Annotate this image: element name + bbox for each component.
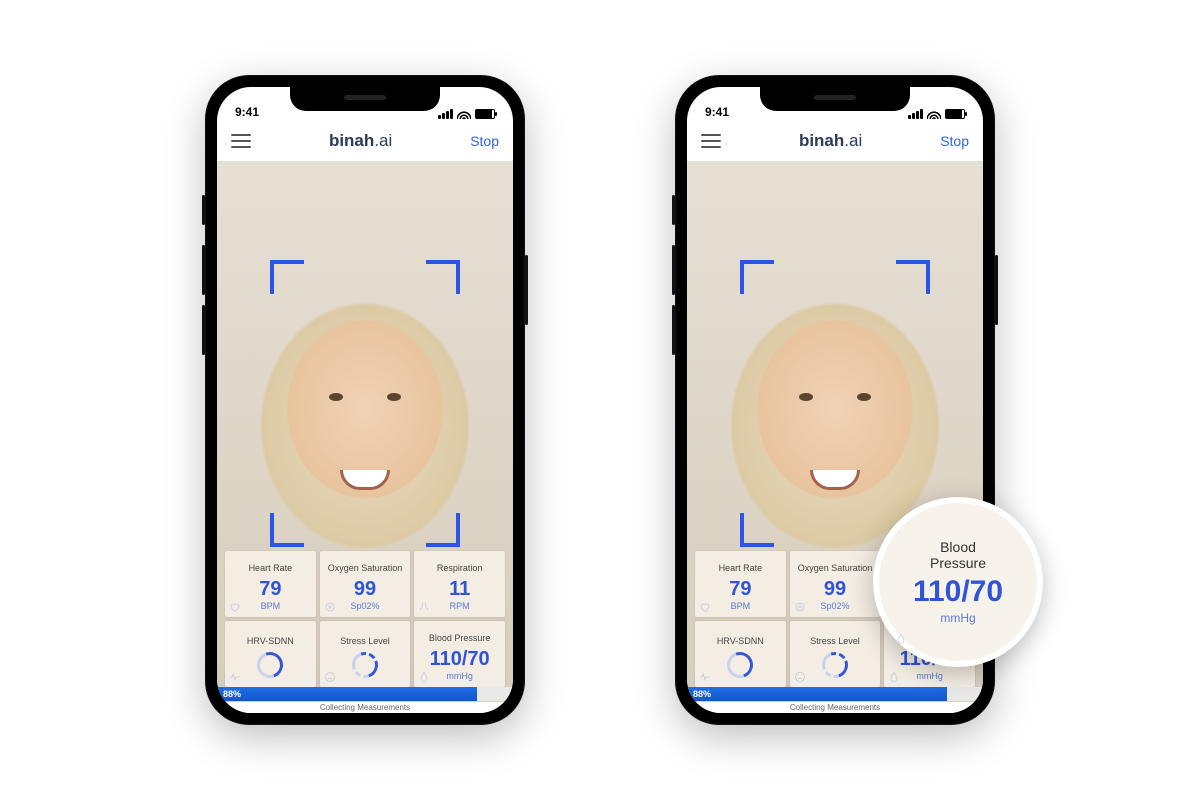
magnifier-blood-pressure: BloodPressure 110/70 mmHg — [873, 497, 1043, 667]
hrv-icon — [699, 671, 711, 683]
app-bar: binah.ai Stop — [217, 121, 513, 161]
progress-fill: 88% — [687, 687, 947, 701]
app-bar: binah.ai Stop — [687, 121, 983, 161]
oxygen-icon — [324, 601, 336, 613]
loading-spinner — [253, 648, 288, 683]
menu-icon[interactable] — [231, 134, 251, 148]
tile-stress[interactable]: Stress Level — [790, 621, 881, 687]
bp-zoom-unit: mmHg — [940, 611, 975, 625]
progress-status: Collecting Measurements — [687, 702, 983, 713]
device-notch — [290, 87, 440, 111]
battery-icon — [945, 109, 965, 119]
signal-icon — [438, 109, 453, 119]
face-bracket-bl — [740, 513, 774, 547]
progress-bar: 88% — [217, 687, 513, 701]
tile-oxygen[interactable]: Oxygen Saturation 99 Sp02% — [790, 551, 881, 617]
drop-icon — [895, 633, 907, 645]
tile-blood-pressure[interactable]: Blood Pressure 110/70 mmHg — [414, 621, 505, 687]
tile-oxygen[interactable]: Oxygen Saturation 99 Sp02% — [320, 551, 411, 617]
app-title: binah.ai — [799, 131, 862, 151]
wifi-icon — [927, 109, 941, 119]
oxygen-icon — [794, 601, 806, 613]
stop-button[interactable]: Stop — [940, 133, 969, 149]
face-bracket-tl — [270, 260, 304, 294]
device-notch — [760, 87, 910, 111]
signal-icon — [908, 109, 923, 119]
stop-button[interactable]: Stop — [470, 133, 499, 149]
face-bracket-tr — [896, 260, 930, 294]
loading-spinner — [723, 648, 758, 683]
loading-spinner — [818, 648, 853, 683]
face-bracket-br — [426, 513, 460, 547]
drop-icon — [888, 671, 900, 683]
camera-preview: Heart Rate 79 BPM Oxygen Saturation 99 S… — [217, 161, 513, 713]
smile-icon — [794, 671, 806, 683]
tile-heart-rate[interactable]: Heart Rate 79 BPM — [225, 551, 316, 617]
menu-icon[interactable] — [701, 134, 721, 148]
bp-zoom-label: BloodPressure — [930, 539, 986, 571]
progress-bar: 88% — [687, 687, 983, 701]
tile-respiration[interactable]: Respiration 11 RPM — [414, 551, 505, 617]
loading-spinner — [348, 648, 383, 683]
face-bracket-bl — [270, 513, 304, 547]
tile-stress[interactable]: Stress Level — [320, 621, 411, 687]
face-bracket-tr — [426, 260, 460, 294]
progress-fill: 88% — [217, 687, 477, 701]
status-time: 9:41 — [705, 105, 729, 119]
battery-icon — [475, 109, 495, 119]
phone-mockup-left: 9:41 binah.ai Stop — [205, 75, 525, 725]
bp-zoom-value: 110/70 — [913, 575, 1003, 609]
face-bracket-tl — [740, 260, 774, 294]
app-title: binah.ai — [329, 131, 392, 151]
metrics-grid: Heart Rate 79 BPM Oxygen Saturation 99 S… — [225, 551, 505, 687]
hrv-icon — [229, 671, 241, 683]
heart-icon — [229, 601, 241, 613]
tile-hrv[interactable]: HRV-SDNN — [225, 621, 316, 687]
smile-icon — [324, 671, 336, 683]
wifi-icon — [457, 109, 471, 119]
lungs-icon — [418, 601, 430, 613]
progress-status: Collecting Measurements — [217, 702, 513, 713]
heart-icon — [699, 601, 711, 613]
status-time: 9:41 — [235, 105, 259, 119]
drop-icon — [418, 671, 430, 683]
tile-heart-rate[interactable]: Heart Rate 79 BPM — [695, 551, 786, 617]
tile-hrv[interactable]: HRV-SDNN — [695, 621, 786, 687]
phone-mockup-right: 9:41 binah.ai Stop — [675, 75, 995, 725]
